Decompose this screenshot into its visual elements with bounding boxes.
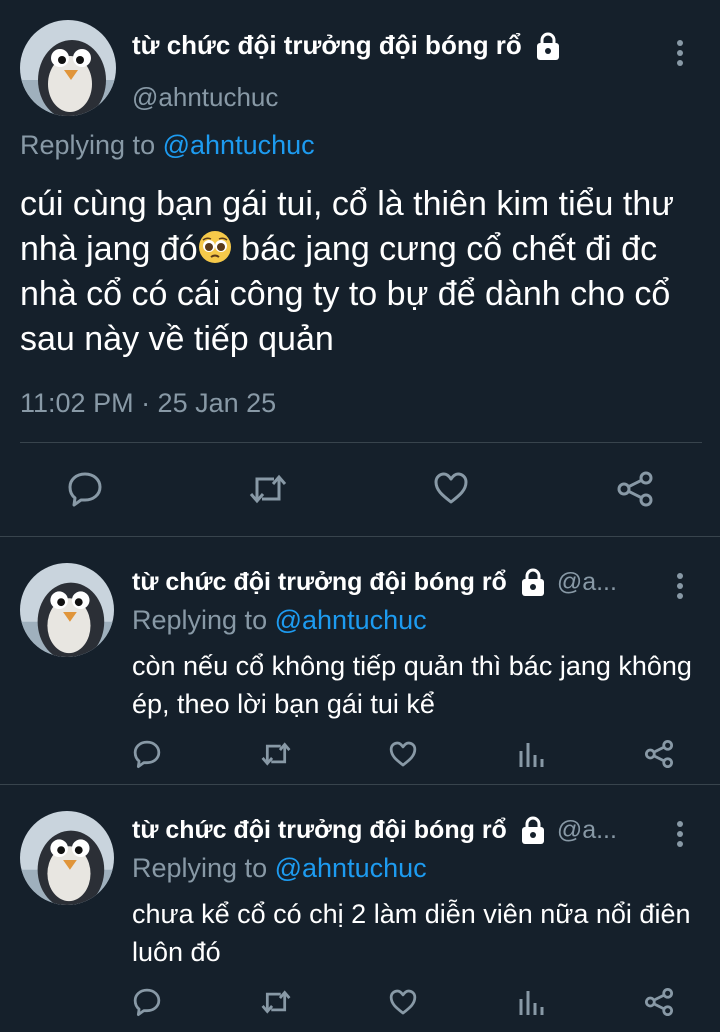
tweet-text: chưa kể cổ có chị 2 làm diễn viên nữa nổ…: [132, 899, 691, 967]
retweet-icon[interactable]: [248, 470, 288, 508]
pleading-face-emoji: [198, 230, 232, 264]
more-options-icon[interactable]: [672, 38, 688, 68]
more-options-icon[interactable]: [672, 819, 688, 849]
replying-to-handle[interactable]: @ahntuchuc: [163, 130, 315, 160]
reply-tweet[interactable]: từ chức đội trưởng đội bóng rổ @a... Rep…: [0, 537, 720, 783]
divider: [20, 442, 702, 443]
reply-icon[interactable]: [132, 987, 162, 1017]
replying-to-handle[interactable]: @ahntuchuc: [275, 853, 427, 883]
replying-to: Replying to @ahntuchuc: [132, 853, 427, 883]
lock-icon: [519, 815, 547, 845]
lock-icon: [534, 31, 562, 61]
tweet-text: cúi cùng bạn gái tui, cổ là thiên kim ti…: [20, 185, 675, 358]
share-icon[interactable]: [644, 739, 674, 769]
avatar[interactable]: [20, 811, 114, 905]
replying-to-handle[interactable]: @ahntuchuc: [275, 605, 427, 635]
analytics-icon[interactable]: [518, 739, 544, 769]
user-handle[interactable]: @a...: [557, 816, 617, 845]
user-handle[interactable]: @a...: [557, 568, 617, 597]
display-name[interactable]: từ chức đội trưởng đội bóng rổ: [132, 30, 562, 61]
main-tweet: từ chức đội trưởng đội bóng rổ @ahntuchu…: [0, 0, 720, 536]
replying-to: Replying to @ahntuchuc: [132, 605, 427, 635]
avatar[interactable]: [20, 20, 116, 116]
like-icon[interactable]: [432, 470, 470, 506]
replying-to: Replying to @ahntuchuc: [20, 130, 315, 160]
retweet-icon[interactable]: [260, 987, 292, 1017]
analytics-icon[interactable]: [518, 987, 544, 1017]
share-icon[interactable]: [644, 987, 674, 1017]
tweet-timestamp[interactable]: 11:02 PM · 25 Jan 25: [20, 388, 276, 419]
display-name[interactable]: từ chức đội trưởng đội bóng rổ @a...: [132, 815, 617, 845]
like-icon[interactable]: [388, 987, 418, 1017]
lock-icon: [519, 567, 547, 597]
avatar[interactable]: [20, 563, 114, 657]
display-name[interactable]: từ chức đội trưởng đội bóng rổ @a...: [132, 567, 617, 597]
more-options-icon[interactable]: [672, 571, 688, 601]
reply-icon[interactable]: [132, 739, 162, 769]
share-icon[interactable]: [616, 470, 654, 508]
retweet-icon[interactable]: [260, 739, 292, 769]
reply-icon[interactable]: [66, 470, 104, 508]
like-icon[interactable]: [388, 739, 418, 769]
tweet-text: còn nếu cổ không tiếp quản thì bác jang …: [132, 651, 692, 719]
reply-tweet[interactable]: từ chức đội trưởng đội bóng rổ @a... Rep…: [0, 785, 720, 1031]
user-handle[interactable]: @ahntuchuc: [132, 82, 278, 113]
